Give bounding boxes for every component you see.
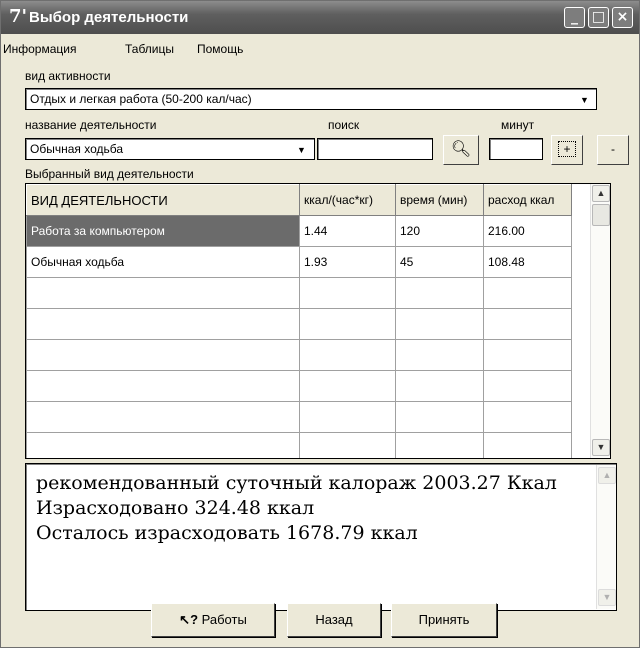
table-row[interactable] <box>26 432 572 458</box>
activity-type-value: Отдых и легкая работа (50-200 кал/час) <box>30 92 252 106</box>
menu-bar: Информация Таблицы Помощь <box>1 34 639 64</box>
recommended-calories-text: рекомендованный суточный калораж 2003.27… <box>36 472 557 494</box>
search-input[interactable] <box>317 138 433 160</box>
table-header-row: ВИД ДЕЯТЕЛЬНОСТИ ккал/(час*кг) время (ми… <box>26 184 572 216</box>
table-cell[interactable] <box>299 432 396 458</box>
works-button-label: Работы <box>201 612 247 627</box>
table-cell[interactable] <box>483 277 572 309</box>
column-header-kcal-spent[interactable]: расход ккал <box>483 184 572 216</box>
table-row[interactable] <box>26 277 572 309</box>
table-cell[interactable] <box>395 370 484 402</box>
spent-calories-text: Израсходовано 324.48 ккал <box>36 497 315 519</box>
activity-type-label: вид активности <box>25 69 111 83</box>
selected-activities-label: Выбранный вид деятельности <box>25 167 194 181</box>
calorie-summary-memo[interactable]: рекомендованный суточный калораж 2003.27… <box>25 463 617 611</box>
menu-item-tables[interactable]: Таблицы <box>125 42 174 56</box>
column-header-activity[interactable]: ВИД ДЕЯТЕЛЬНОСТИ <box>26 184 300 216</box>
add-activity-button[interactable]: + <box>551 135 583 165</box>
scroll-thumb[interactable] <box>592 204 610 226</box>
table-cell[interactable] <box>483 308 572 340</box>
table-cell[interactable] <box>26 432 300 458</box>
table-cell[interactable] <box>26 277 300 309</box>
add-label: + <box>558 141 576 157</box>
scroll-up-arrow-icon[interactable]: ▲ <box>598 467 616 484</box>
memo-scrollbar[interactable]: ▲ ▼ <box>596 465 616 609</box>
activity-selection-window: 7' Выбор деятельности _ □ × Информация Т… <box>0 0 640 648</box>
table-row[interactable] <box>26 370 572 402</box>
works-button[interactable]: ↖? Работы <box>151 603 275 637</box>
table-cell[interactable] <box>26 401 300 433</box>
table-row[interactable] <box>26 308 572 340</box>
table-cell[interactable]: 45 <box>395 246 484 278</box>
search-icon: 🔍︎ <box>450 141 472 158</box>
table-cell[interactable] <box>299 308 396 340</box>
minimize-button[interactable]: _ <box>564 7 585 28</box>
table-cell[interactable] <box>395 432 484 458</box>
activity-name-label: название деятельности <box>25 118 157 132</box>
table-cell[interactable] <box>299 370 396 402</box>
scroll-up-arrow-icon[interactable]: ▲ <box>592 185 610 202</box>
table-row[interactable] <box>26 401 572 433</box>
table-cell[interactable]: 108.48 <box>483 246 572 278</box>
table-row[interactable]: Работа за компьютером 1.44 120 216.00 <box>26 215 572 247</box>
scroll-down-arrow-icon[interactable]: ▼ <box>598 589 616 606</box>
activities-table: ВИД ДЕЯТЕЛЬНОСТИ ккал/(час*кг) время (ми… <box>26 184 572 458</box>
column-header-kcal-rate[interactable]: ккал/(час*кг) <box>299 184 396 216</box>
title-bar[interactable]: 7' Выбор деятельности _ □ × <box>1 1 639 34</box>
remove-activity-button[interactable]: - <box>597 135 629 165</box>
activity-type-select[interactable]: Отдых и легкая работа (50-200 кал/час) ▼ <box>25 88 597 110</box>
chevron-down-icon: ▼ <box>580 95 589 105</box>
activity-name-select[interactable]: Обычная ходьба ▼ <box>25 138 315 160</box>
minutes-label: минут <box>501 118 535 132</box>
maximize-button[interactable]: □ <box>588 7 609 28</box>
table-cell[interactable]: 120 <box>395 215 484 247</box>
table-cell[interactable]: Работа за компьютером <box>26 215 300 247</box>
scroll-down-arrow-icon[interactable]: ▼ <box>592 439 610 456</box>
table-cell[interactable] <box>26 339 300 371</box>
table-cell[interactable] <box>483 339 572 371</box>
table-cell[interactable]: 216.00 <box>483 215 572 247</box>
table-cell[interactable] <box>395 339 484 371</box>
grid-scrollbar[interactable]: ▲ ▼ <box>590 184 610 458</box>
search-label: поиск <box>328 118 360 132</box>
window-title: Выбор деятельности <box>29 9 189 26</box>
table-cell[interactable] <box>26 370 300 402</box>
back-button[interactable]: Назад <box>287 603 381 637</box>
table-cell[interactable] <box>26 308 300 340</box>
menu-item-help[interactable]: Помощь <box>197 42 243 56</box>
minutes-input[interactable] <box>489 138 543 160</box>
menu-item-info[interactable]: Информация <box>3 42 76 56</box>
search-button[interactable]: 🔍︎ <box>443 135 479 165</box>
activity-name-value: Обычная ходьба <box>30 142 124 156</box>
remaining-calories-text: Осталось израсходовать 1678.79 ккал <box>36 522 418 544</box>
column-header-time[interactable]: время (мин) <box>395 184 484 216</box>
table-cell[interactable]: 1.44 <box>299 215 396 247</box>
table-cell[interactable]: Обычная ходьба <box>26 246 300 278</box>
table-cell[interactable]: 1.93 <box>299 246 396 278</box>
app-icon: 7' <box>9 6 28 27</box>
table-cell[interactable] <box>483 432 572 458</box>
close-button[interactable]: × <box>612 7 633 28</box>
table-cell[interactable] <box>483 370 572 402</box>
table-cell[interactable] <box>299 277 396 309</box>
chevron-down-icon: ▼ <box>297 145 306 155</box>
table-cell[interactable] <box>395 277 484 309</box>
table-cell[interactable] <box>395 401 484 433</box>
table-cell[interactable] <box>483 401 572 433</box>
accept-button[interactable]: Принять <box>391 603 497 637</box>
table-row[interactable] <box>26 339 572 371</box>
table-cell[interactable] <box>299 339 396 371</box>
table-cell[interactable] <box>395 308 484 340</box>
selected-activities-grid[interactable]: ВИД ДЕЯТЕЛЬНОСТИ ккал/(час*кг) время (ми… <box>25 183 611 459</box>
help-cursor-icon: ↖? <box>179 612 199 627</box>
table-row[interactable]: Обычная ходьба 1.93 45 108.48 <box>26 246 572 278</box>
table-cell[interactable] <box>299 401 396 433</box>
